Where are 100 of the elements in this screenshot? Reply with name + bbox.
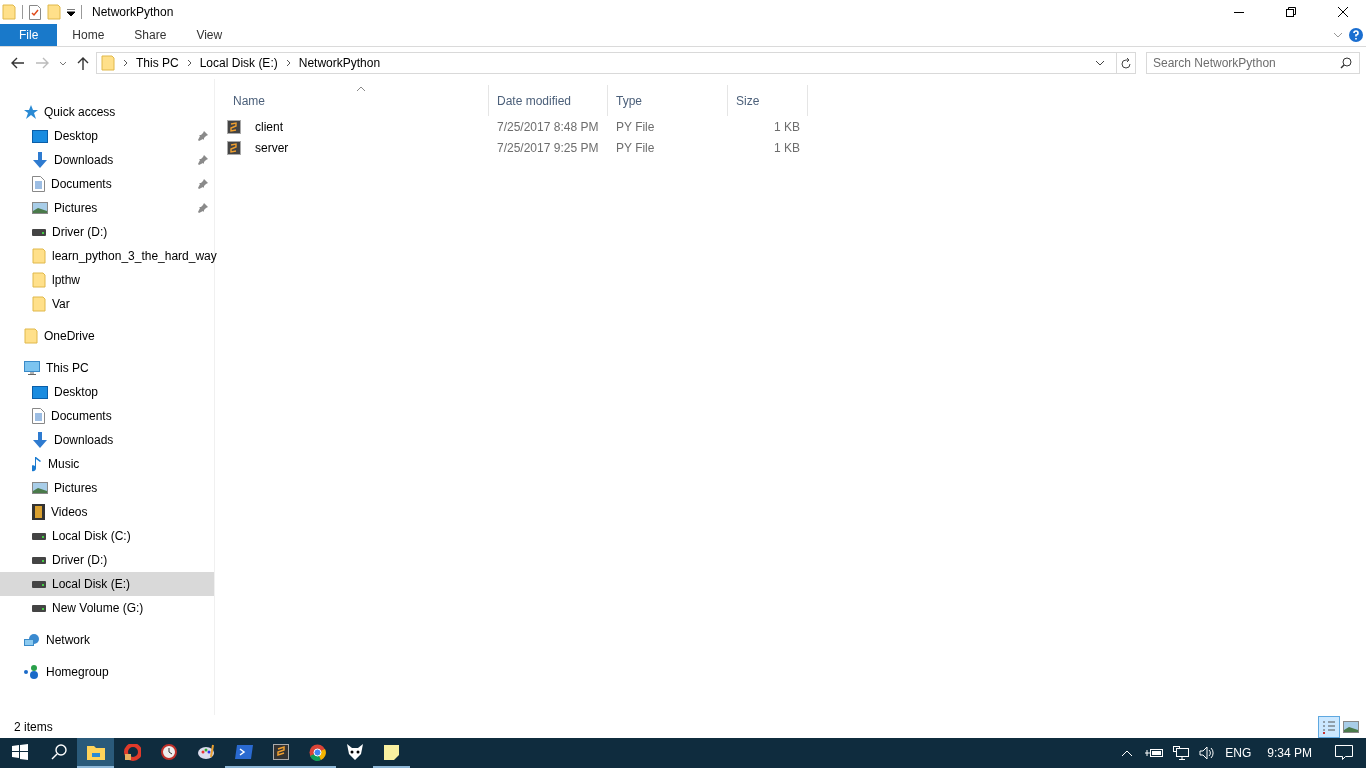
restore-icon[interactable] — [1286, 7, 1296, 17]
size-cell-text: 1 KB — [773, 140, 801, 155]
nav-item[interactable]: Downloads — [0, 428, 214, 452]
nav-item[interactable]: Homegroup — [0, 660, 214, 684]
drive-icon — [32, 604, 46, 612]
search-icon — [1340, 57, 1352, 69]
details-view-button[interactable] — [1318, 715, 1340, 738]
monitor-icon — [32, 129, 48, 143]
sticky-note-icon — [384, 744, 399, 760]
drive-icon — [32, 580, 46, 588]
column-header[interactable]: Date modified — [489, 85, 608, 116]
breadcrumb[interactable]: This PC — [136, 56, 179, 70]
date-cell-text: 7/25/2017 9:25 PM — [496, 140, 600, 155]
nav-item[interactable]: lpthw — [0, 268, 214, 292]
size-cell-text: 1 KB — [773, 119, 801, 134]
nav-item[interactable]: Local Disk (E:) — [0, 572, 214, 596]
column-header[interactable]: Name — [225, 85, 489, 116]
nav-item[interactable]: OneDrive — [0, 324, 214, 348]
pin-icon[interactable] — [198, 131, 208, 141]
document-icon — [32, 408, 45, 424]
file-name[interactable]: client — [247, 119, 291, 134]
folder-icon — [32, 248, 46, 264]
pin-icon[interactable] — [198, 203, 208, 213]
type-cell-text: PY File — [615, 119, 656, 134]
folder-icon — [86, 744, 105, 760]
drive-icon — [32, 556, 46, 564]
speaker-icon[interactable] — [1199, 746, 1216, 760]
breadcrumb[interactable]: NetworkPython — [298, 56, 381, 70]
script-file-icon — [227, 119, 241, 134]
folder-icon — [101, 55, 115, 71]
dropdown-icon[interactable] — [67, 8, 75, 16]
nav-item[interactable]: Quick access — [0, 100, 214, 124]
search-field[interactable]: Search NetworkPython — [1146, 52, 1360, 74]
clock-text[interactable]: 9:34 PM — [1267, 746, 1312, 760]
nav-item[interactable]: Local Disk (C:) — [0, 524, 214, 548]
nav-item[interactable]: Desktop — [0, 380, 214, 404]
nav-item[interactable]: Desktop — [0, 124, 214, 148]
ribbon-tab[interactable]: Share — [119, 24, 182, 46]
chevron-right-icon — [285, 59, 291, 67]
homegroup-icon — [24, 665, 40, 679]
terminal-icon — [234, 745, 253, 759]
drive-icon — [32, 228, 46, 236]
close-icon[interactable] — [1338, 7, 1348, 17]
folder-icon — [32, 296, 46, 312]
breadcrumb[interactable]: Local Disk (E:) — [199, 56, 278, 70]
nav-item[interactable]: Var — [0, 292, 214, 316]
date-cell-text: 7/25/2017 8:48 PM — [496, 119, 600, 134]
ribbon-tab[interactable]: Home — [57, 24, 120, 46]
nav-item[interactable]: Music — [0, 452, 214, 476]
folder-icon — [24, 328, 38, 344]
nav-item[interactable]: Driver (D:) — [0, 548, 214, 572]
document-icon — [32, 176, 45, 192]
minimize-icon[interactable] — [1234, 11, 1244, 13]
search-icon[interactable] — [50, 744, 67, 760]
column-header[interactable]: Size — [728, 85, 808, 116]
picture-icon — [32, 202, 48, 214]
monitor-icon — [32, 385, 48, 399]
refresh-icon[interactable] — [1120, 56, 1132, 70]
nav-item[interactable]: New Volume (G:) — [0, 596, 214, 620]
item-count: 2 items — [14, 719, 54, 734]
checklist-icon[interactable] — [29, 4, 41, 20]
nav-item[interactable]: Network — [0, 628, 214, 652]
nav-item[interactable]: Driver (D:) — [0, 220, 214, 244]
ribbon-tab[interactable]: View — [181, 24, 238, 46]
type-cell-text: PY File — [615, 140, 656, 155]
window-title: NetworkPython — [92, 5, 175, 19]
network-icon[interactable] — [1173, 746, 1190, 760]
windows-logo-icon[interactable] — [12, 744, 28, 760]
c-logo-icon — [124, 743, 141, 761]
star-icon — [24, 105, 38, 119]
code-editor-icon — [272, 744, 289, 760]
script-file-icon — [227, 140, 241, 155]
nav-item[interactable]: Pictures — [0, 196, 214, 220]
battery-icon[interactable] — [1145, 748, 1164, 758]
nav-item[interactable]: Documents — [0, 404, 214, 428]
nav-item[interactable]: This PC — [0, 356, 214, 380]
up-arrow-icon[interactable] — [77, 56, 89, 70]
language-indicator[interactable]: ENG — [1225, 746, 1252, 760]
file-name[interactable]: server — [247, 140, 297, 155]
back-arrow-icon[interactable] — [11, 57, 25, 69]
down-arrow-icon — [32, 432, 48, 448]
pin-icon[interactable] — [198, 179, 208, 189]
chevron-right-icon — [186, 59, 192, 67]
column-header[interactable]: Type — [608, 85, 728, 116]
address-bar[interactable]: This PC Local Disk (E:) NetworkPython — [96, 52, 1136, 74]
film-icon — [32, 504, 45, 520]
picture-icon — [1343, 720, 1359, 733]
nav-item[interactable]: Documents — [0, 172, 214, 196]
browser-icon — [309, 743, 326, 761]
folder-icon — [32, 272, 46, 288]
nav-item[interactable]: Pictures — [0, 476, 214, 500]
music-note-icon — [32, 456, 42, 472]
fox-mask-icon — [346, 744, 363, 760]
chevron-down-icon[interactable] — [59, 60, 67, 66]
clock-icon — [161, 743, 178, 761]
nav-item[interactable]: Videos — [0, 500, 214, 524]
list-icon — [1322, 719, 1336, 734]
pin-icon[interactable] — [198, 155, 208, 165]
new-folder-icon — [47, 4, 61, 20]
nav-item[interactable]: Downloads — [0, 148, 214, 172]
